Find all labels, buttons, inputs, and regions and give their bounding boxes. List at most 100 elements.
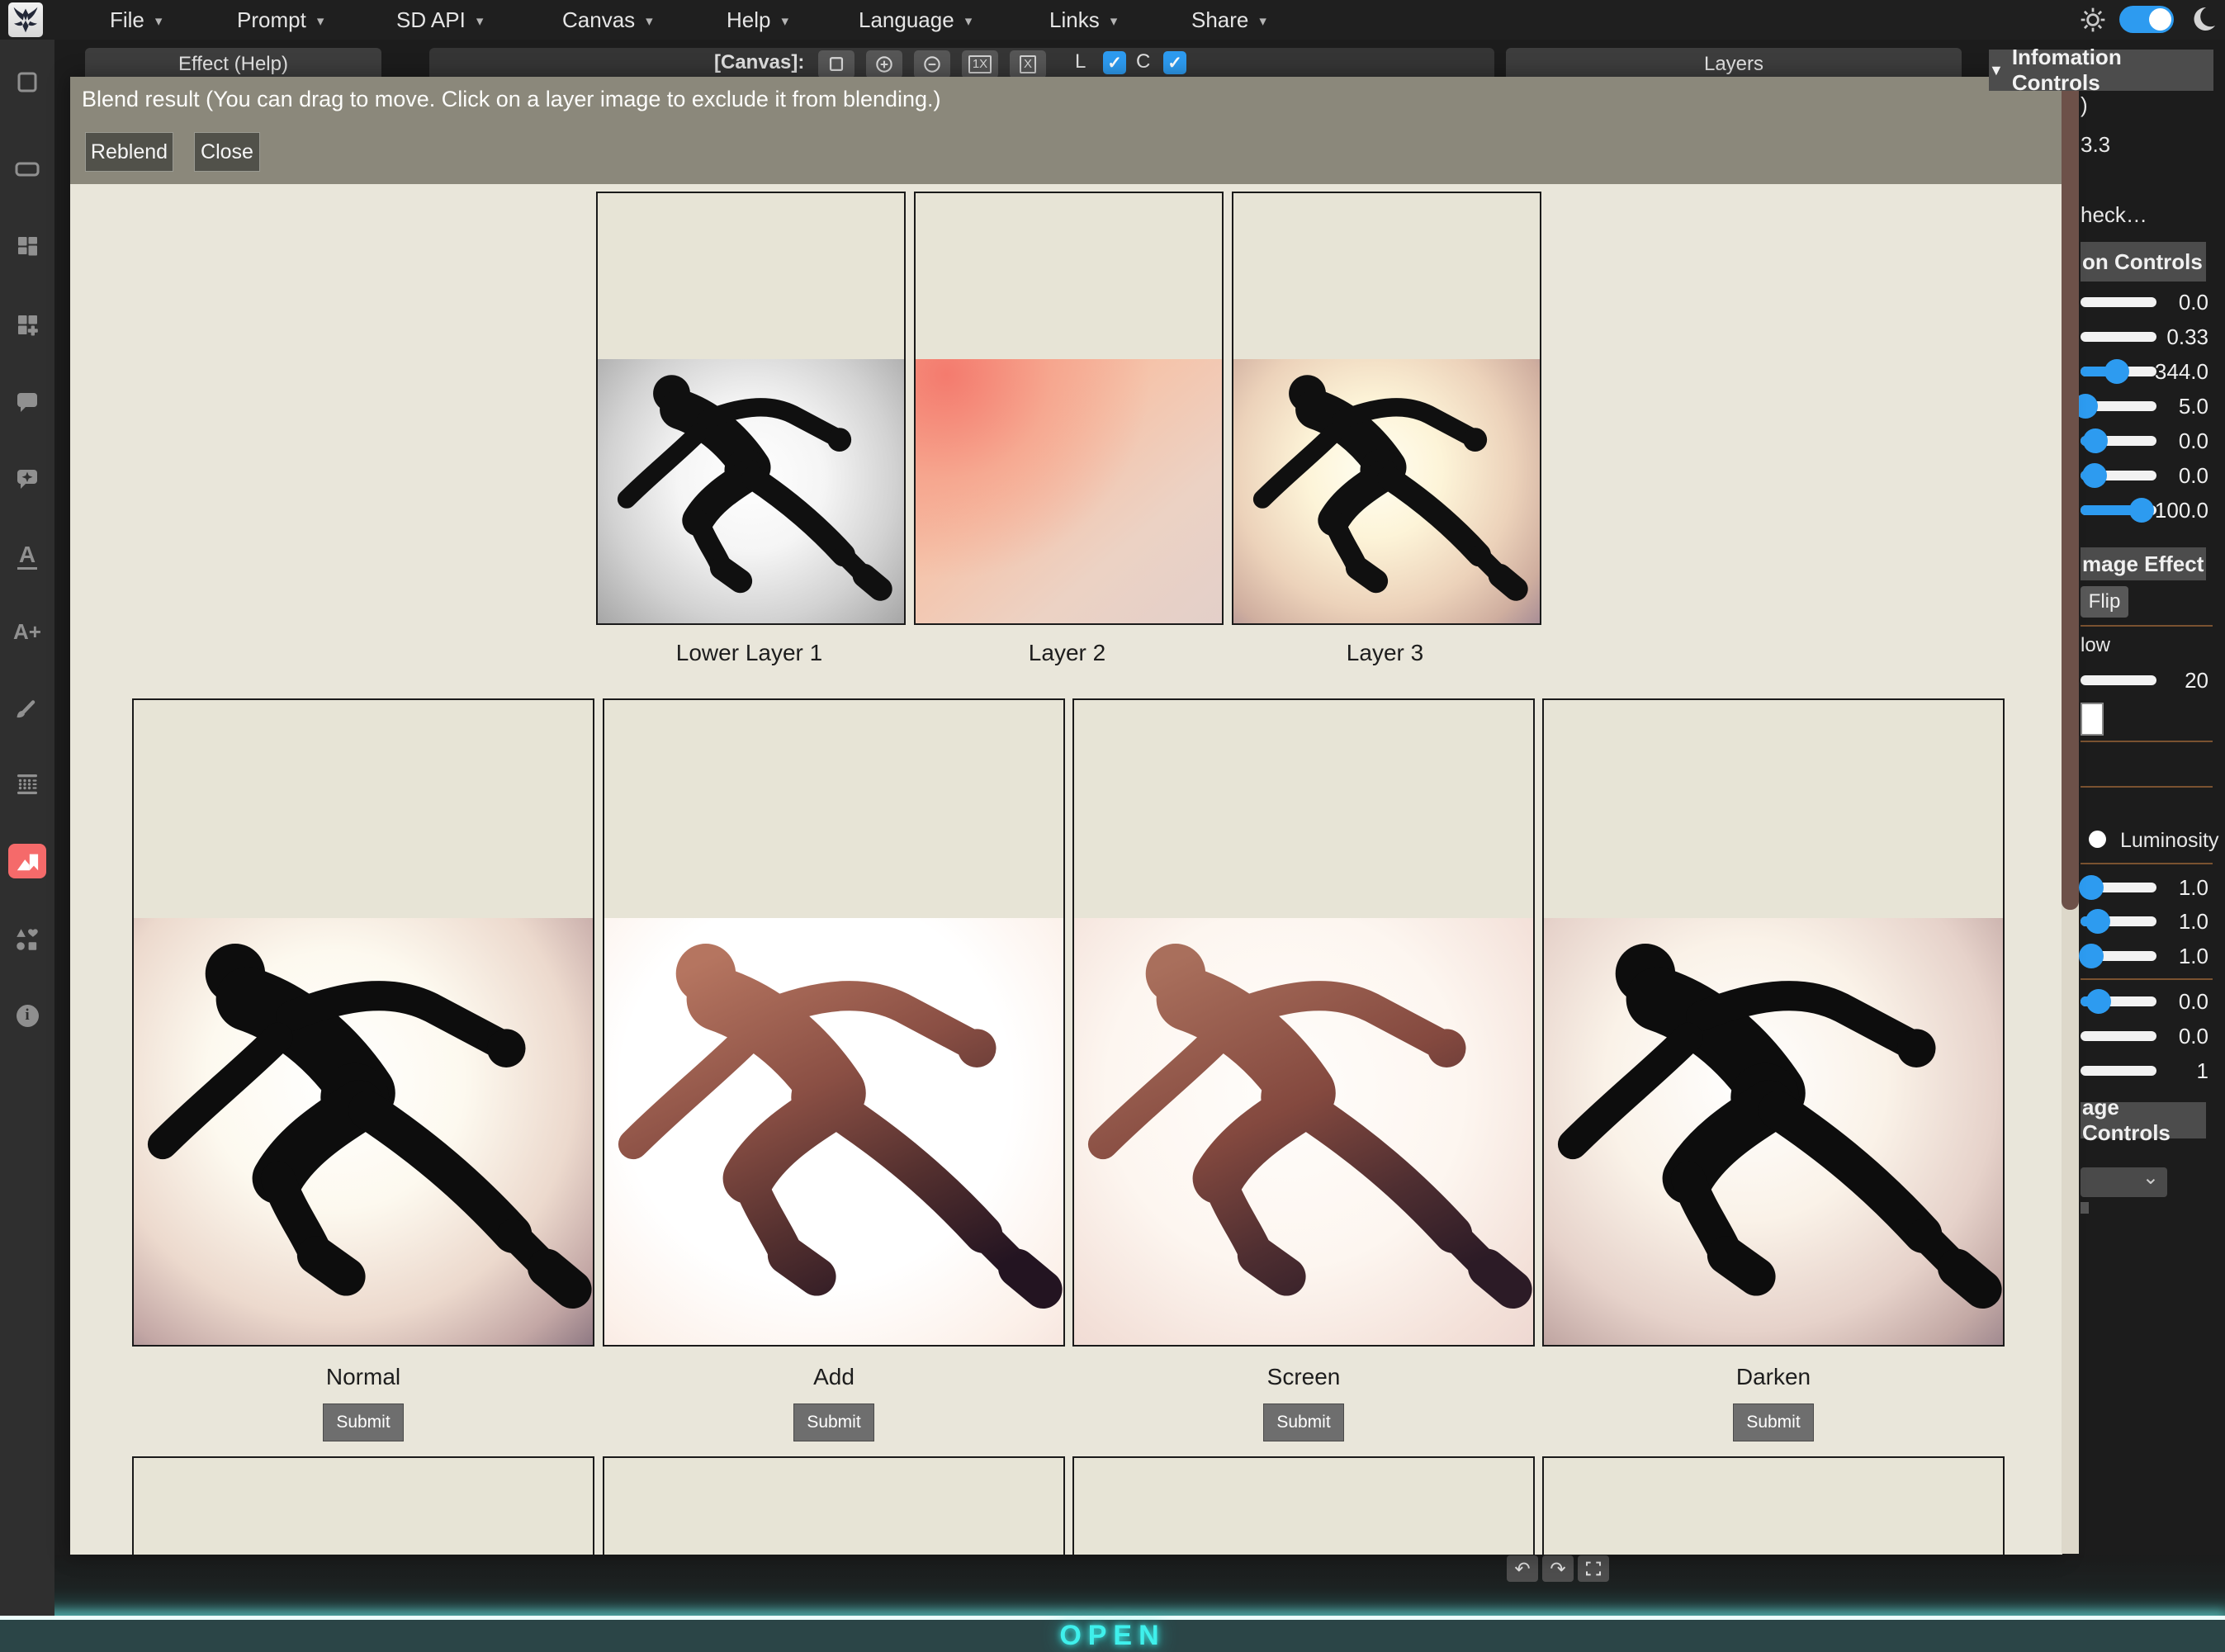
caret-down-icon: ▾ (781, 13, 788, 29)
chat-ai-icon[interactable] (11, 462, 44, 495)
slider-row[interactable]: 1.0 (2081, 909, 2225, 934)
l-checkbox[interactable]: ✓ (1103, 51, 1126, 74)
slider-row[interactable]: 0.0 (2081, 290, 2225, 315)
mode-dropdown[interactable]: ⌄ (2081, 1167, 2167, 1197)
slider-row[interactable]: 1.0 (2081, 944, 2225, 968)
close-button[interactable]: Close (194, 132, 260, 172)
slider-track[interactable] (2081, 471, 2156, 480)
slider-row[interactable]: 0.33 (2081, 324, 2225, 349)
menu-language[interactable]: Language▾ (859, 0, 972, 40)
text-tool-icon[interactable]: A (11, 539, 44, 572)
dialog-scrollbar[interactable] (2062, 78, 2079, 1554)
c-checkbox[interactable]: ✓ (1163, 51, 1186, 74)
clipped-button (2081, 1202, 2089, 1214)
image-effect-header: mage Effect (2081, 547, 2206, 580)
effect-tab[interactable]: Effect (Help) (85, 48, 381, 81)
information-controls-header[interactable]: ▼ Infomation Controls (1989, 50, 2213, 91)
slider-track[interactable] (2081, 505, 2156, 515)
slider-thumb[interactable] (2104, 359, 2129, 384)
moon-icon[interactable] (2188, 5, 2218, 39)
slider-track[interactable] (2081, 297, 2156, 307)
data-table-icon[interactable] (11, 768, 44, 801)
chat-icon[interactable] (11, 386, 44, 419)
slider-row[interactable]: 0.0 (2081, 989, 2225, 1014)
blend-dialog-header[interactable]: Blend result (You can drag to move. Clic… (70, 77, 2062, 184)
slider-track[interactable] (2081, 367, 2156, 376)
slider-row[interactable]: 1.0 (2081, 875, 2225, 900)
toggle-knob (2149, 8, 2171, 31)
slider-row[interactable]: 5.0 (2081, 394, 2225, 419)
submit-darken-button[interactable]: Submit (1733, 1403, 1814, 1441)
fullscreen-button[interactable] (1578, 1555, 1609, 1582)
dashboard-icon[interactable] (11, 230, 44, 263)
undo-button[interactable]: ↶ (1507, 1555, 1538, 1582)
color-swatch[interactable] (2081, 703, 2104, 736)
fit-canvas-button[interactable]: X (1010, 50, 1046, 78)
theme-toggle[interactable] (2119, 6, 2174, 33)
submit-normal-button[interactable]: Submit (323, 1403, 404, 1441)
blend-preview-partial (1072, 1456, 1535, 1555)
layer-thumbnail-layer-3[interactable] (1232, 192, 1541, 625)
slider-track[interactable] (2081, 1066, 2156, 1076)
brush-icon[interactable] (11, 692, 44, 725)
slider-track[interactable] (2081, 1031, 2156, 1041)
shapes-icon[interactable] (11, 923, 44, 956)
zoom-in-button[interactable] (866, 50, 902, 78)
sun-icon[interactable] (2079, 6, 2107, 38)
blend-mode-label: Screen (1072, 1364, 1535, 1390)
layers-panel-header[interactable]: Layers (1506, 48, 1962, 81)
caret-down-icon: ▾ (317, 13, 324, 29)
submit-add-button[interactable]: Submit (793, 1403, 874, 1441)
redo-icon: ↷ (1550, 1558, 1565, 1580)
menu-sd-api[interactable]: SD API▾ (396, 0, 483, 40)
slider-row[interactable]: 1 (2081, 1058, 2225, 1083)
slider-thumb[interactable] (2085, 909, 2110, 934)
slider-thumb[interactable] (2079, 944, 2104, 968)
slider-row[interactable]: 100.0 (2081, 498, 2225, 523)
info-icon[interactable]: i (11, 999, 44, 1032)
canvas-size-button[interactable] (818, 50, 854, 78)
slider-thumb[interactable] (2082, 463, 2107, 488)
slider-row[interactable]: 0.0 (2081, 463, 2225, 488)
add-text-icon[interactable]: A+ (11, 615, 44, 648)
slider-track[interactable] (2081, 883, 2156, 892)
blend-preview-partial (1542, 1456, 2005, 1555)
menu-canvas[interactable]: Canvas▾ (562, 0, 653, 40)
flip-button[interactable]: Flip (2081, 586, 2128, 618)
slider-track[interactable] (2081, 996, 2156, 1006)
image-icon (14, 849, 40, 873)
luminosity-radio[interactable] (2089, 831, 2106, 848)
slider-track[interactable] (2081, 951, 2156, 961)
slider-track[interactable] (2081, 436, 2156, 446)
flow-slider-row[interactable]: 20 (2081, 668, 2225, 693)
slider-thumb[interactable] (2083, 428, 2108, 453)
menu-share[interactable]: Share▾ (1191, 0, 1266, 40)
menu-prompt[interactable]: Prompt▾ (237, 0, 324, 40)
zoom-out-button[interactable] (914, 50, 950, 78)
scrollbar-thumb[interactable] (2062, 80, 2079, 910)
slider-track[interactable] (2081, 916, 2156, 926)
layer-thumbnail-layer-2[interactable] (914, 192, 1224, 625)
submit-screen-button[interactable]: Submit (1263, 1403, 1344, 1441)
menu-links[interactable]: Links▾ (1049, 0, 1117, 40)
redo-button[interactable]: ↷ (1542, 1555, 1574, 1582)
slider-thumb[interactable] (2079, 875, 2104, 900)
add-panel-icon[interactable] (11, 308, 44, 341)
slider-row[interactable]: 0.0 (2081, 1024, 2225, 1048)
slider-thumb[interactable] (2129, 498, 2154, 523)
slider-track[interactable] (2081, 332, 2156, 342)
image-tool-active[interactable] (8, 844, 46, 878)
layer-thumbnail-lower-layer-1[interactable] (596, 192, 906, 625)
reblend-button[interactable]: Reblend (85, 132, 173, 172)
slider-row[interactable]: 344.0 (2081, 359, 2225, 384)
slider-track[interactable] (2081, 675, 2156, 685)
square-canvas-icon[interactable] (11, 66, 44, 99)
slider-track[interactable] (2081, 401, 2156, 411)
menu-file[interactable]: File▾ (110, 0, 162, 40)
generation-controls-header[interactable]: on Controls (2081, 242, 2206, 282)
landscape-canvas-icon[interactable] (11, 153, 44, 186)
slider-thumb[interactable] (2086, 989, 2111, 1014)
menu-help[interactable]: Help▾ (727, 0, 788, 40)
zoom-reset-button[interactable]: 1X (962, 50, 998, 78)
slider-row[interactable]: 0.0 (2081, 428, 2225, 453)
